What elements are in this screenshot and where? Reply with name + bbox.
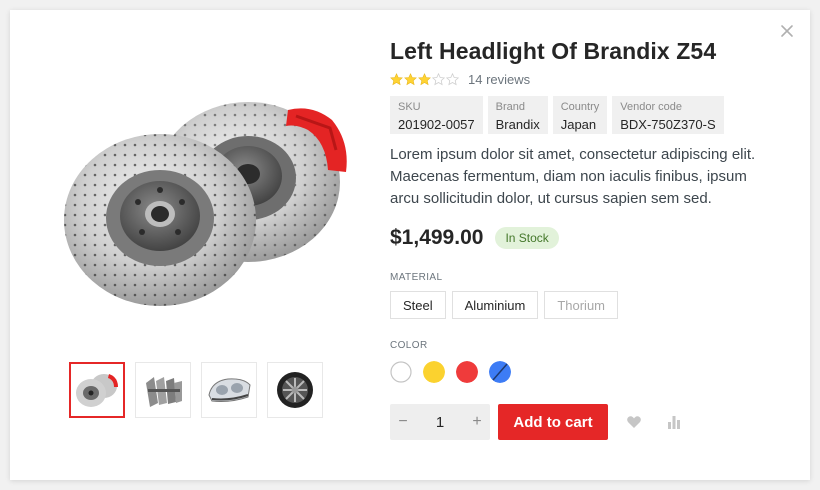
meta-label: Vendor code bbox=[620, 101, 683, 113]
thumbnail-brake-disc[interactable] bbox=[69, 362, 125, 418]
price-row: $1,499.00 In Stock bbox=[390, 226, 790, 250]
star-filled-icon bbox=[390, 72, 403, 85]
thumbnail-headlight[interactable] bbox=[201, 362, 257, 418]
product-description: Lorem ipsum dolor sit amet, consectetur … bbox=[390, 146, 756, 207]
compare-button[interactable] bbox=[656, 404, 692, 440]
quickview-modal: Left Headlight Of Brandix Z54 14 reviews… bbox=[10, 10, 810, 480]
add-to-cart-button[interactable]: Add to cart bbox=[498, 404, 608, 440]
color-options bbox=[390, 361, 790, 383]
quantity-decrease-button[interactable]: − bbox=[390, 404, 416, 440]
product-info: Left Headlight Of Brandix Z54 14 reviews… bbox=[390, 36, 790, 440]
meta-value: Japan bbox=[560, 117, 597, 132]
quantity-increase-button[interactable]: + bbox=[464, 404, 490, 440]
material-option-aluminium[interactable]: Aluminium bbox=[451, 291, 539, 319]
reviews-link[interactable]: 14 reviews bbox=[468, 72, 530, 87]
material-label: MATERIAL bbox=[390, 272, 443, 283]
headlight-icon bbox=[208, 378, 251, 402]
color-swatch-white[interactable] bbox=[390, 361, 412, 383]
product-title: Left Headlight Of Brandix Z54 bbox=[390, 38, 717, 64]
star-empty-icon bbox=[446, 72, 459, 85]
thumbnail-wheel-rim[interactable] bbox=[267, 362, 323, 418]
compare-icon bbox=[668, 416, 680, 429]
meta-value: BDX-750Z370-S bbox=[620, 117, 716, 132]
product-meta: SKU 201902-0057 Brand Brandix Country Ja… bbox=[390, 96, 790, 134]
thumbnail-strip bbox=[69, 362, 323, 418]
product-rating: 14 reviews bbox=[390, 70, 790, 88]
thumbnail-brake-pads[interactable] bbox=[135, 362, 191, 418]
brake-disc-icon bbox=[76, 374, 118, 407]
product-price: $1,499.00 bbox=[390, 226, 484, 249]
meta-value: Brandix bbox=[495, 117, 540, 132]
star-filled-icon bbox=[418, 72, 431, 85]
meta-label: Country bbox=[560, 101, 600, 113]
wishlist-button[interactable] bbox=[616, 404, 652, 440]
material-options: Steel Aluminium Thorium bbox=[390, 291, 790, 319]
brake-pads-icon bbox=[146, 377, 182, 407]
rating-stars bbox=[390, 72, 459, 86]
heart-icon bbox=[627, 416, 641, 428]
meta-country: Country Japan bbox=[552, 96, 608, 134]
color-swatch-yellow[interactable] bbox=[423, 361, 445, 383]
color-label: COLOR bbox=[390, 340, 428, 351]
quantity-input[interactable]: 1 bbox=[416, 414, 464, 431]
star-empty-icon bbox=[432, 72, 445, 85]
star-filled-icon bbox=[404, 72, 417, 85]
quantity-stepper: − 1 + bbox=[390, 404, 490, 440]
cart-row: − 1 + Add to cart bbox=[390, 404, 790, 440]
product-main-image[interactable] bbox=[50, 90, 356, 320]
color-swatch-red[interactable] bbox=[456, 361, 478, 383]
material-option-steel[interactable]: Steel bbox=[390, 291, 446, 319]
meta-vendor-code: Vendor code BDX-750Z370-S bbox=[612, 96, 724, 134]
meta-value: 201902-0057 bbox=[398, 117, 475, 132]
meta-label: SKU bbox=[398, 101, 421, 113]
meta-sku: SKU 201902-0057 bbox=[390, 96, 483, 134]
meta-label: Brand bbox=[495, 101, 525, 113]
wheel-rim-icon bbox=[277, 372, 313, 408]
material-option-thorium[interactable]: Thorium bbox=[544, 291, 619, 319]
color-swatch-blue[interactable] bbox=[489, 361, 511, 383]
stock-badge: In Stock bbox=[495, 227, 559, 249]
meta-brand: Brand Brandix bbox=[487, 96, 548, 134]
